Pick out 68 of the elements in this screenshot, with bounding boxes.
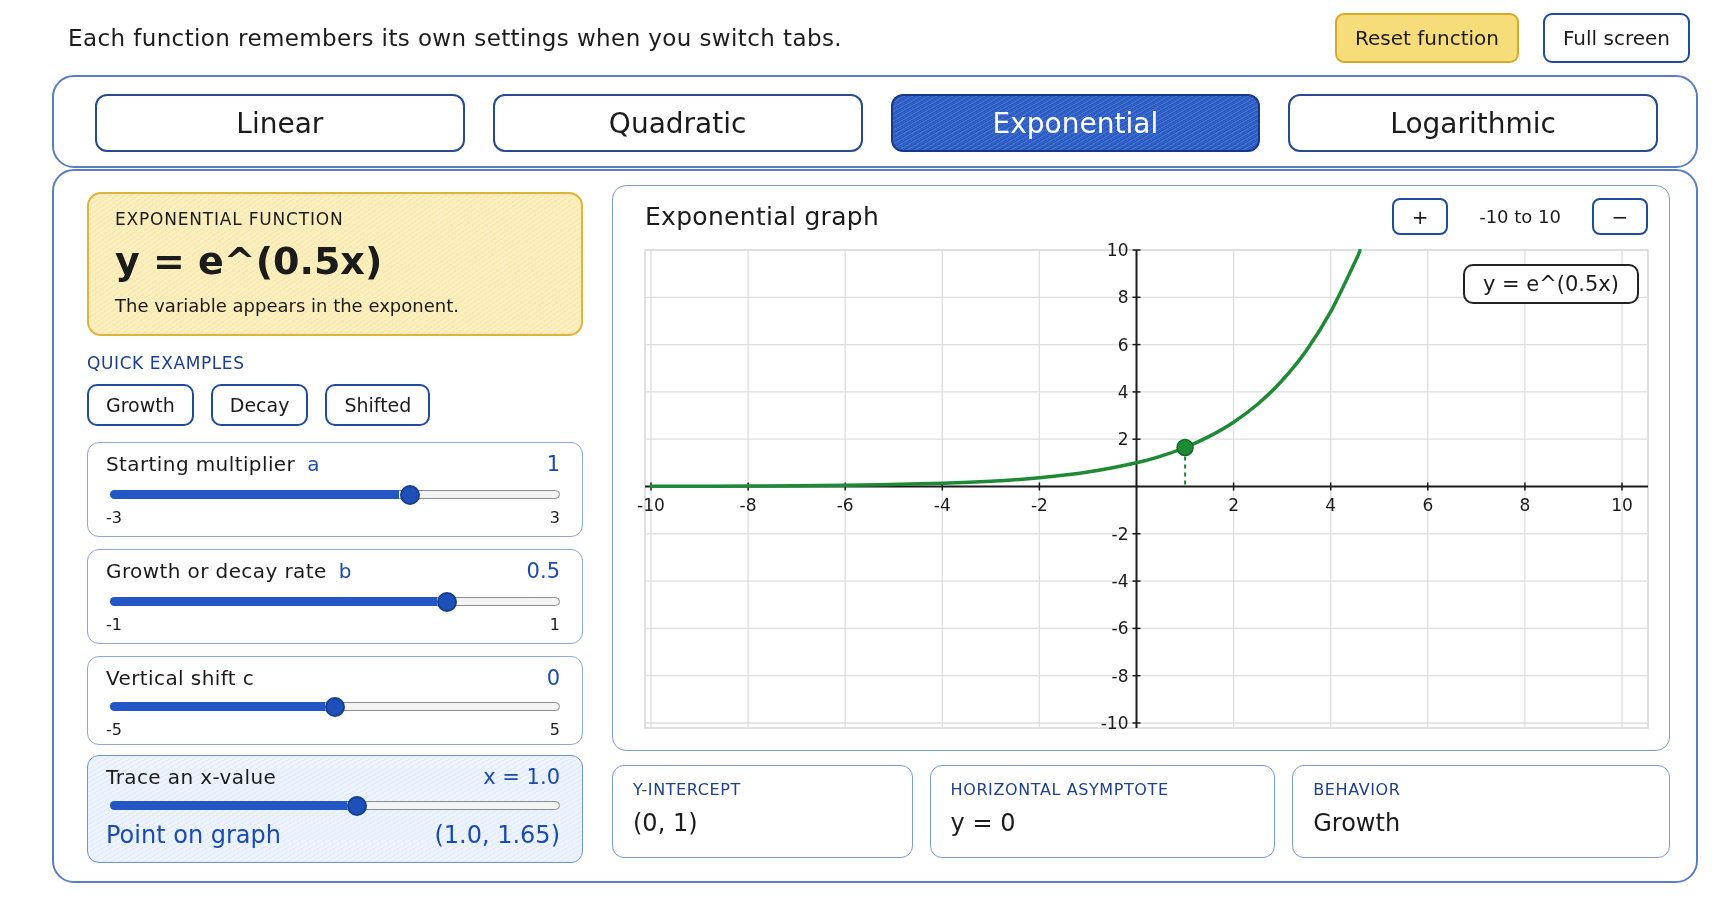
function-description: The variable appears in the exponent. bbox=[115, 294, 460, 318]
slider-max-label: 5 bbox=[549, 720, 560, 740]
stat-value: (0, 1) bbox=[633, 808, 699, 838]
settings-note: Each function remembers its own settings when you switch tabs. bbox=[68, 25, 843, 51]
range-text: -10 to 10 bbox=[1479, 206, 1561, 227]
function-tab[interactable]: Logarithmic bbox=[1288, 94, 1658, 152]
equation-legend: y = e^(0.5x) bbox=[1462, 264, 1639, 304]
slider-min-label: -1 bbox=[106, 615, 122, 635]
stat-value: Growth bbox=[1313, 808, 1402, 838]
axis-tick-label: -8 bbox=[739, 494, 757, 515]
axis-tick-label: -2 bbox=[1111, 523, 1129, 544]
axis-tick-label: -8 bbox=[1111, 665, 1129, 686]
axis-tick-label: -2 bbox=[1030, 494, 1048, 515]
axis-tick-label: -10 bbox=[637, 494, 665, 515]
axis-tick-label: 8 bbox=[1117, 287, 1129, 308]
stat-label: HORIZONTAL ASYMPTOTE bbox=[950, 779, 1170, 801]
variable-symbol: b bbox=[338, 559, 352, 583]
axis-tick-label: 4 bbox=[1325, 494, 1337, 515]
point-label: Point on graph bbox=[106, 821, 281, 849]
axis-tick-label: -10 bbox=[1100, 713, 1129, 733]
example-button[interactable]: Growth bbox=[87, 384, 194, 426]
slider-label: Vertical shift c bbox=[106, 666, 255, 690]
slider-thumb[interactable] bbox=[437, 591, 457, 612]
stat-label: Y-INTERCEPT bbox=[633, 779, 742, 801]
function-tab[interactable]: Linear bbox=[95, 94, 465, 152]
function-tab[interactable]: Quadratic bbox=[492, 94, 863, 152]
slider-min-label: -5 bbox=[106, 720, 122, 740]
slider-label: Growth or decay rate bbox=[106, 559, 327, 583]
fullscreen-button[interactable]: Full screen bbox=[1542, 13, 1690, 63]
axis-tick-label: -6 bbox=[1111, 618, 1129, 639]
slider-value: 0.5 bbox=[526, 559, 560, 583]
stat-value: y = 0 bbox=[950, 808, 1017, 838]
slider-value: 1 bbox=[546, 452, 560, 476]
section-heading: QUICK EXAMPLES bbox=[87, 352, 246, 374]
axis-tick-label: 6 bbox=[1422, 494, 1434, 515]
example-button[interactable]: Decay bbox=[210, 384, 309, 426]
example-button[interactable]: Shifted bbox=[325, 384, 431, 426]
zoom-out-button[interactable]: − bbox=[1592, 198, 1648, 235]
axis-tick-label: 4 bbox=[1117, 381, 1129, 402]
axis-tick-label: 10 bbox=[1106, 240, 1129, 260]
function-tab[interactable]: Exponential bbox=[890, 94, 1261, 152]
axis-tick-label: -4 bbox=[1111, 571, 1129, 592]
slider-max-label: 3 bbox=[549, 508, 560, 528]
slider-label: Starting multiplier bbox=[106, 452, 296, 476]
axis-tick-label: 6 bbox=[1117, 334, 1129, 355]
axis-tick-label: 10 bbox=[1611, 494, 1633, 515]
zoom-in-button[interactable]: + bbox=[1392, 198, 1449, 235]
stat-label: BEHAVIOR bbox=[1313, 779, 1402, 801]
trace-point-marker[interactable] bbox=[1176, 438, 1194, 457]
trace-value: x = 1.0 bbox=[483, 765, 560, 789]
axis-tick-label: 2 bbox=[1117, 429, 1129, 450]
slider-thumb[interactable] bbox=[399, 484, 420, 505]
graph-title: Exponential graph bbox=[645, 202, 880, 231]
axis-tick-label: -6 bbox=[836, 494, 854, 515]
point-coordinates: (1.0, 1.65) bbox=[434, 821, 560, 849]
axis-tick-label: 2 bbox=[1228, 494, 1239, 515]
function-card-heading: EXPONENTIAL FUNCTION bbox=[115, 208, 345, 231]
reset-button[interactable]: Reset function bbox=[1335, 13, 1519, 63]
function-formula: y = e^(0.5x) bbox=[115, 238, 384, 285]
slider-value: 0 bbox=[546, 666, 560, 690]
trace-label: Trace an x-value bbox=[106, 765, 277, 789]
slider-thumb[interactable] bbox=[325, 696, 345, 717]
slider-thumb[interactable] bbox=[347, 795, 368, 816]
slider-min-label: -3 bbox=[106, 508, 122, 528]
axis-tick-label: -4 bbox=[933, 494, 951, 515]
axis-tick-label: 8 bbox=[1519, 494, 1531, 515]
slider-max-label: 1 bbox=[549, 615, 560, 635]
variable-symbol: a bbox=[307, 452, 320, 476]
